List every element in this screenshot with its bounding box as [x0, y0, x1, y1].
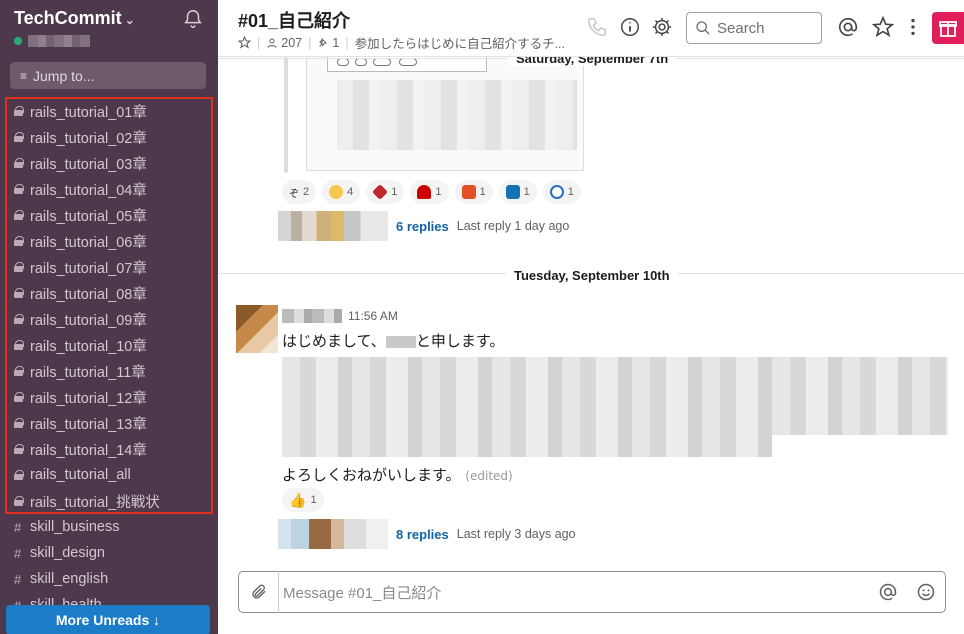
sidebar-item-channel[interactable]: # skill_english — [0, 566, 218, 592]
reaction[interactable]: ぞ2 — [282, 180, 317, 204]
ruby-emoji-icon — [372, 184, 389, 200]
html5-emoji-icon — [461, 185, 476, 199]
redacted-text — [282, 357, 948, 457]
reaction[interactable]: 4 — [322, 180, 361, 204]
message-input[interactable]: Message #01_自己紹介 — [283, 582, 869, 603]
channel-meta: | 207 | 1 | 参加したらはじめに自己紹介するチ... — [238, 33, 565, 52]
reaction[interactable]: 1 — [542, 180, 581, 204]
more-vertical-icon[interactable] — [902, 16, 924, 38]
hash-icon: # — [14, 571, 22, 587]
hash-icon: # — [14, 519, 22, 535]
last-reply-time: Last reply 3 days ago — [456, 527, 576, 541]
sidebar-item-channel[interactable]: # skill_business — [0, 514, 218, 540]
thumbs-up-icon: 👍 — [289, 491, 307, 508]
sidebar-item-channel[interactable]: # skill_design — [0, 540, 218, 566]
reaction[interactable]: 1 — [454, 180, 493, 204]
edited-label: (edited) — [465, 469, 513, 483]
css3-emoji-icon — [505, 185, 520, 199]
pin-count[interactable]: 1 — [332, 36, 339, 50]
info-icon[interactable] — [619, 16, 641, 38]
redacted-name — [385, 335, 416, 348]
channel-title[interactable]: #01_自己紹介 — [238, 7, 350, 33]
clap-emoji-icon — [329, 185, 344, 199]
user-status[interactable] — [14, 34, 90, 48]
sidebar: TechCommit ⌄ ≡ Jump to... rails_tutorial_… — [0, 0, 218, 634]
phone-icon[interactable] — [586, 16, 608, 38]
message-time[interactable]: 11:56 AM — [348, 309, 398, 323]
participant-avatars — [278, 211, 388, 241]
slack-app: TechCommit ⌄ ≡ Jump to... rails_tutorial_… — [0, 0, 964, 634]
participant-avatars — [278, 519, 388, 549]
emoji-button[interactable] — [907, 582, 945, 602]
star-outline-icon[interactable] — [238, 36, 251, 49]
bell-icon[interactable] — [182, 8, 204, 30]
reaction[interactable]: 👍 1 — [282, 488, 324, 512]
user-name-redacted — [28, 35, 90, 47]
zorozoro-emoji-icon: ぞ — [289, 188, 299, 200]
message-line: よろしくおねがいします。 (edited) — [282, 466, 513, 484]
search-icon — [696, 21, 710, 35]
presence-dot — [14, 37, 22, 45]
search-input[interactable]: Search — [686, 12, 822, 44]
search-placeholder: Search — [717, 19, 765, 37]
reaction[interactable]: 1 — [410, 180, 449, 204]
reaction[interactable]: 1 — [498, 180, 537, 204]
attach-button[interactable] — [239, 571, 279, 613]
gear-icon[interactable] — [651, 16, 673, 38]
more-unreads-button[interactable]: More Unreads ↓ — [6, 605, 210, 634]
attachment-bar — [284, 57, 288, 173]
jump-label: Jump to... — [33, 67, 95, 84]
reaction-bar: ぞ2 4 1 1 1 1 1 — [282, 180, 581, 204]
attachment-image[interactable] — [306, 57, 584, 171]
gift-icon — [939, 21, 957, 37]
thread-summary[interactable]: 8 replies Last reply 3 days ago — [278, 519, 576, 549]
member-count[interactable]: 207 — [281, 36, 302, 50]
reaction[interactable]: 1 — [366, 180, 405, 204]
message-pane[interactable]: Saturday, September 7th ぞ2 4 1 1 1 1 1 6… — [218, 57, 964, 567]
workspace-name: TechCommit — [14, 8, 122, 28]
message-composer[interactable]: Message #01_自己紹介 — [238, 571, 946, 613]
rails-emoji-icon — [417, 185, 432, 199]
mention-button[interactable] — [869, 582, 907, 602]
highlight-box — [5, 97, 213, 514]
paperclip-icon — [251, 584, 265, 599]
date-label[interactable]: Saturday, September 7th — [508, 57, 677, 66]
replies-link[interactable]: 8 replies — [396, 527, 449, 542]
chevron-down-icon: ⌄ — [124, 13, 135, 27]
thread-summary[interactable]: 6 replies Last reply 1 day ago — [278, 211, 569, 241]
replies-link[interactable]: 6 replies — [396, 219, 449, 234]
pin-icon — [319, 37, 328, 47]
star-icon[interactable] — [872, 16, 894, 38]
message-line: はじめまして、 と申します。 — [282, 332, 505, 350]
author-name-redacted[interactable] — [282, 309, 342, 323]
gift-button[interactable] — [932, 12, 964, 44]
jump-to-button[interactable]: ≡ Jump to... — [10, 62, 206, 89]
hash-icon: # — [14, 545, 22, 561]
sass-emoji-icon — [549, 185, 564, 199]
at-icon — [879, 583, 897, 601]
smiley-icon — [917, 583, 935, 601]
avatar[interactable] — [236, 305, 278, 353]
channel-header: #01_自己紹介 | 207 | 1 | 参加したらはじめに自己紹介するチ...… — [218, 0, 964, 57]
last-reply-time: Last reply 1 day ago — [456, 219, 570, 233]
member-icon — [267, 38, 277, 48]
message-header: 11:56 AM — [282, 309, 398, 323]
channel-topic[interactable]: 参加したらはじめに自己紹介するチ... — [355, 33, 565, 52]
mentions-icon[interactable] — [837, 16, 859, 38]
workspace-menu[interactable]: TechCommit ⌄ — [14, 8, 135, 29]
jump-icon: ≡ — [20, 68, 28, 83]
date-label[interactable]: Tuesday, September 10th — [506, 268, 678, 283]
